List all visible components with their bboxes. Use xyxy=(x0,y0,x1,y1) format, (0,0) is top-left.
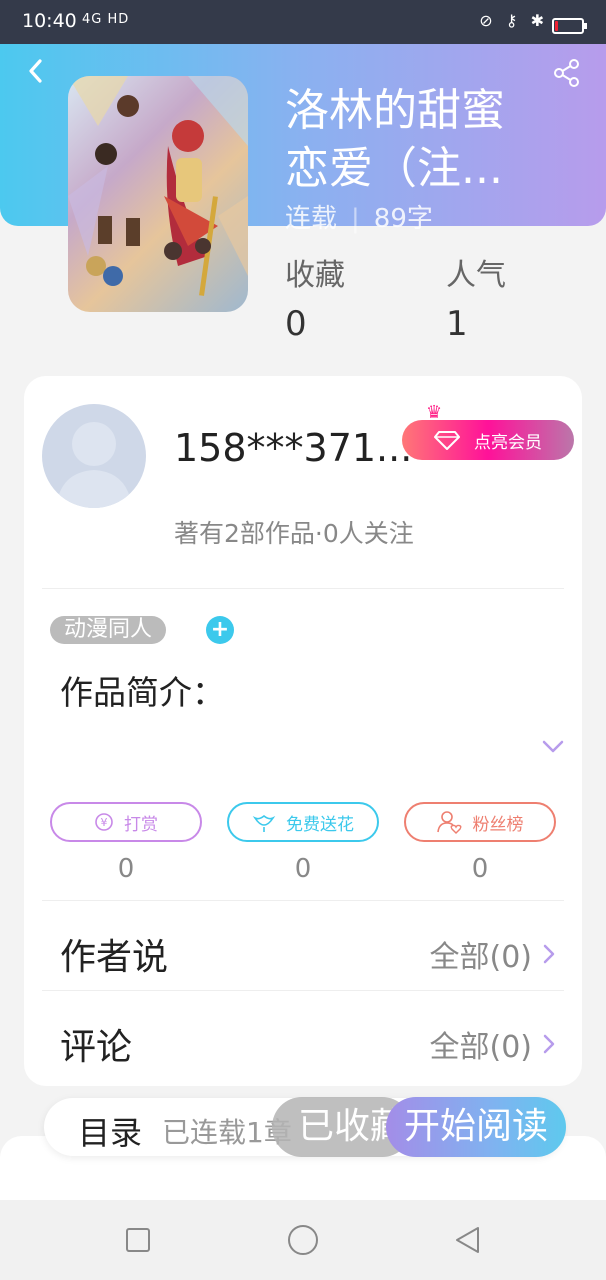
diamond-icon xyxy=(434,431,460,450)
avatar-placeholder-icon xyxy=(56,422,132,508)
chevron-down-icon[interactable] xyxy=(542,740,564,754)
chevron-right-icon xyxy=(543,944,555,964)
favorites-value: 0 xyxy=(285,304,307,344)
battery-icon xyxy=(552,18,587,34)
tip-button[interactable]: ¥ 打赏 xyxy=(50,802,202,842)
status-time: 10:40 xyxy=(22,10,77,32)
recent-apps-icon[interactable] xyxy=(122,1224,154,1256)
back-nav-icon[interactable] xyxy=(452,1224,484,1256)
vip-button[interactable]: 点亮会员 xyxy=(402,420,574,460)
battery-fill xyxy=(555,21,558,31)
send-flower-button[interactable]: 免费送花 xyxy=(227,802,379,842)
word-count: 89字 xyxy=(373,204,433,234)
comments-all-label: 全部(0) xyxy=(429,1030,533,1065)
book-detail-card: 158***371... ♛ 点亮会员 著有2部作品·0人关注 动漫同人 + 作… xyxy=(24,376,582,1086)
divider xyxy=(42,900,564,901)
fan-ranking-button[interactable]: 粉丝榜 xyxy=(404,802,556,842)
author-says-all-label: 全部(0) xyxy=(429,940,533,975)
author-avatar[interactable] xyxy=(42,404,146,508)
book-meta: 连载 | 89字 xyxy=(285,198,433,235)
network-label: 4G HD xyxy=(82,12,130,27)
start-reading-button[interactable]: 开始阅读 xyxy=(386,1097,566,1157)
flower-count: 0 xyxy=(294,854,312,884)
comments-all-link[interactable]: 全部(0) xyxy=(430,1022,557,1066)
add-tag-button[interactable]: + xyxy=(206,616,234,644)
home-icon[interactable] xyxy=(287,1224,319,1256)
book-cover[interactable] xyxy=(68,76,248,312)
cover-illustration xyxy=(68,76,248,296)
author-says-title: 作者说 xyxy=(60,937,169,978)
flower-icon xyxy=(252,814,276,832)
fan-ranking-label: 粉丝榜 xyxy=(472,814,524,835)
author-name[interactable]: 158***371... xyxy=(174,426,412,470)
fan-count: 0 xyxy=(471,854,489,884)
divider xyxy=(42,990,564,991)
back-icon[interactable] xyxy=(22,56,52,86)
system-nav-bar xyxy=(0,1200,606,1280)
genre-tag[interactable]: 动漫同人 xyxy=(50,616,167,644)
user-heart-icon xyxy=(436,811,461,834)
author-summary: 著有2部作品·0人关注 xyxy=(174,519,414,548)
coin-icon: ¥ xyxy=(95,813,113,831)
book-status: 连载 xyxy=(285,204,338,234)
status-bar: 10:40 4G HD ⊘ ⚷ ✱ xyxy=(0,0,606,44)
author-says-all-link[interactable]: 全部(0) xyxy=(430,932,557,976)
popularity-label: 人气 xyxy=(446,258,506,293)
book-title-line2: 恋爱（注... xyxy=(285,143,503,194)
book-title-line1: 洛林的甜蜜 xyxy=(285,85,505,136)
intro-label: 作品简介： xyxy=(60,673,225,712)
send-flower-label: 免费送花 xyxy=(286,814,354,835)
toc-label: 目录 xyxy=(78,1114,143,1152)
tip-count: 0 xyxy=(117,854,135,884)
comments-title: 评论 xyxy=(60,1027,133,1068)
network-indicator: 4G HD xyxy=(82,12,129,27)
system-icons: ⊘ ⚷ ✱ xyxy=(479,11,548,30)
svg-text:¥: ¥ xyxy=(101,816,108,829)
tip-label: 打赏 xyxy=(124,814,158,835)
chevron-right-icon xyxy=(543,1034,555,1054)
divider xyxy=(42,588,564,589)
favorites-label: 收藏 xyxy=(285,258,345,293)
vip-label: 点亮会员 xyxy=(474,432,542,453)
meta-separator: | xyxy=(351,204,360,234)
popularity-value: 1 xyxy=(446,304,468,344)
book-title: 洛林的甜蜜 恋爱（注... xyxy=(285,82,585,198)
